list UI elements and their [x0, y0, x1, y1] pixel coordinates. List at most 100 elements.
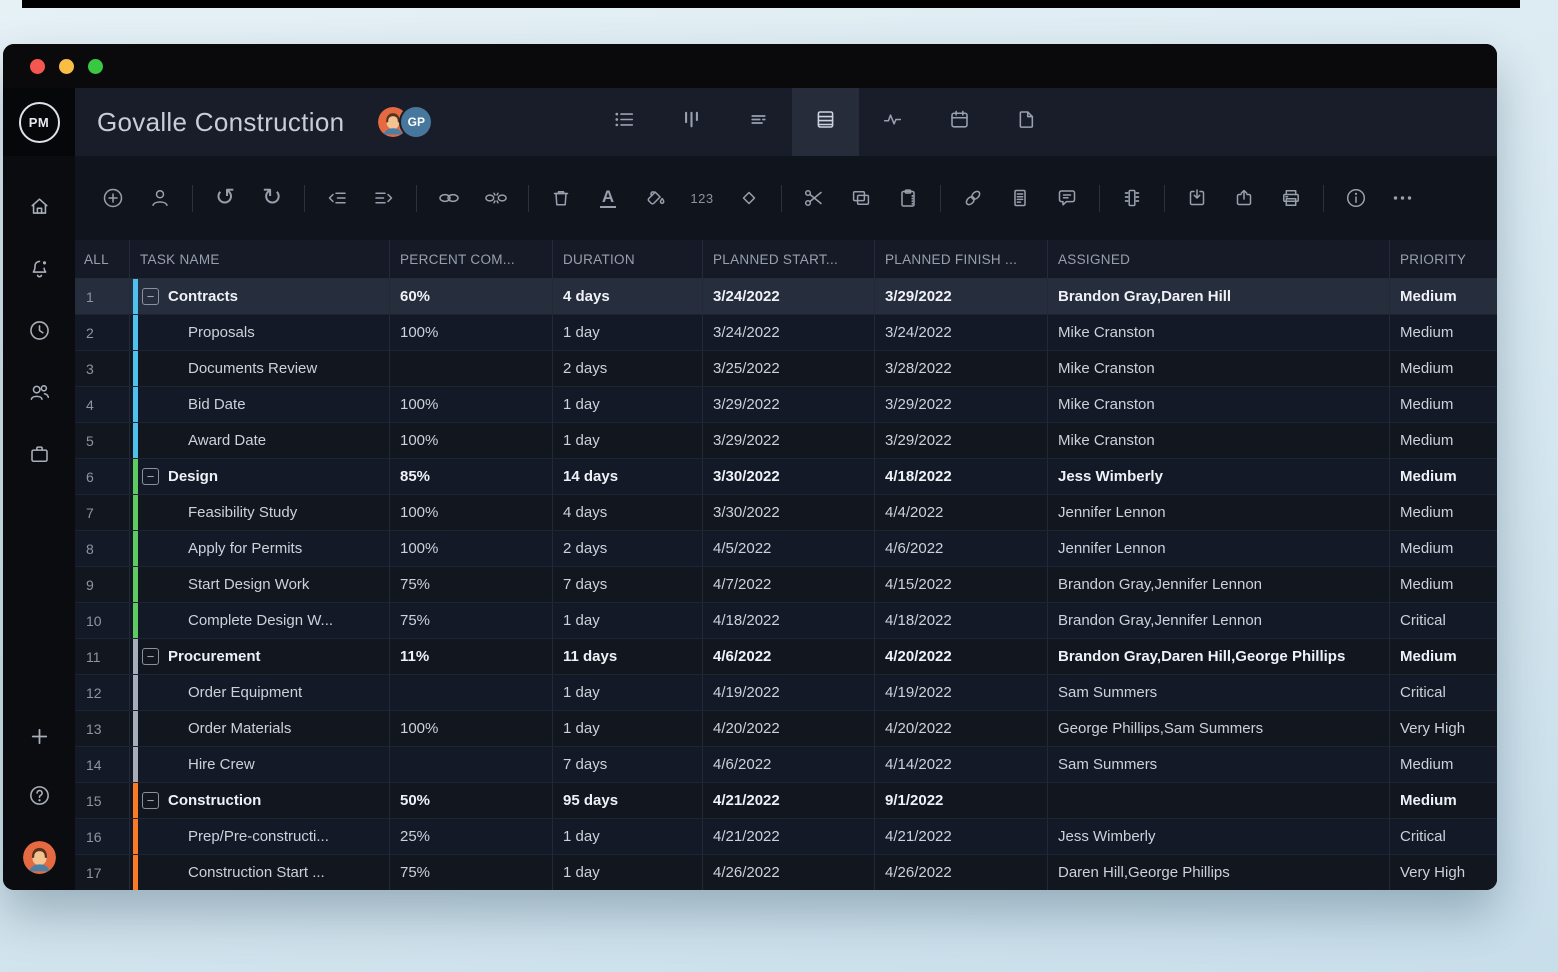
cell-assigned[interactable]: Jess Wimberly [1048, 819, 1390, 854]
cell-duration[interactable]: 7 days [553, 747, 703, 782]
cell-duration[interactable]: 7 days [553, 567, 703, 602]
collapse-icon[interactable]: − [142, 648, 159, 665]
cell-start[interactable]: 4/21/2022 [703, 783, 875, 818]
cell-duration[interactable]: 95 days [553, 783, 703, 818]
cell-task[interactable]: Construction Start ... [130, 855, 390, 890]
close-button[interactable] [30, 59, 45, 74]
column-header-task[interactable]: TASK NAME [130, 240, 390, 278]
cell-task[interactable]: Apply for Permits [130, 531, 390, 566]
cell-duration[interactable]: 1 day [553, 711, 703, 746]
cell-priority[interactable]: Very High [1390, 855, 1497, 890]
member-avatar-2[interactable]: GP [401, 107, 431, 137]
cell-task[interactable]: Bid Date [130, 387, 390, 422]
cell-task[interactable]: Prep/Pre-constructi... [130, 819, 390, 854]
cell-finish[interactable]: 4/18/2022 [875, 603, 1048, 638]
cell-num[interactable]: 2 [75, 315, 130, 350]
cell-duration[interactable]: 1 day [553, 675, 703, 710]
copy-button[interactable] [848, 185, 874, 212]
import-button[interactable] [1184, 185, 1210, 212]
cell-priority[interactable]: Medium [1390, 531, 1497, 566]
cell-start[interactable]: 4/19/2022 [703, 675, 875, 710]
cell-num[interactable]: 13 [75, 711, 130, 746]
cell-num[interactable]: 5 [75, 423, 130, 458]
cell-percent[interactable]: 100% [390, 387, 553, 422]
cell-assigned[interactable]: Mike Cranston [1048, 387, 1390, 422]
cell-task[interactable]: Proposals [130, 315, 390, 350]
cell-priority[interactable]: Medium [1390, 459, 1497, 494]
list-view-tab[interactable] [591, 88, 658, 156]
gantt-view-tab[interactable] [725, 88, 792, 156]
redo-button[interactable]: ↻ [259, 185, 285, 212]
cell-start[interactable]: 4/5/2022 [703, 531, 875, 566]
cell-priority[interactable]: Medium [1390, 495, 1497, 530]
cell-duration[interactable]: 1 day [553, 603, 703, 638]
cell-start[interactable]: 4/26/2022 [703, 855, 875, 890]
cell-task[interactable]: Complete Design W... [130, 603, 390, 638]
cell-start[interactable]: 4/18/2022 [703, 603, 875, 638]
cell-num[interactable]: 10 [75, 603, 130, 638]
unlink-tasks-button[interactable] [483, 185, 509, 212]
cell-num[interactable]: 6 [75, 459, 130, 494]
cell-num[interactable]: 15 [75, 783, 130, 818]
cell-priority[interactable]: Medium [1390, 783, 1497, 818]
cell-num[interactable]: 4 [75, 387, 130, 422]
cell-percent[interactable] [390, 675, 553, 710]
sidebar-team-button[interactable] [26, 379, 52, 405]
cell-num[interactable]: 8 [75, 531, 130, 566]
cell-task[interactable]: Documents Review [130, 351, 390, 386]
cell-duration[interactable]: 1 day [553, 315, 703, 350]
cell-finish[interactable]: 9/1/2022 [875, 783, 1048, 818]
cell-percent[interactable]: 100% [390, 315, 553, 350]
member-avatars[interactable]: GP [378, 107, 431, 137]
cell-finish[interactable]: 4/15/2022 [875, 567, 1048, 602]
cell-percent[interactable]: 60% [390, 279, 553, 314]
cell-percent[interactable]: 11% [390, 639, 553, 674]
cell-duration[interactable]: 14 days [553, 459, 703, 494]
cell-start[interactable]: 4/20/2022 [703, 711, 875, 746]
cell-finish[interactable]: 4/6/2022 [875, 531, 1048, 566]
cell-priority[interactable]: Medium [1390, 639, 1497, 674]
cell-finish[interactable]: 3/29/2022 [875, 279, 1048, 314]
text-color-button[interactable]: A [595, 185, 621, 212]
cell-task[interactable]: Start Design Work [130, 567, 390, 602]
cell-priority[interactable]: Critical [1390, 819, 1497, 854]
user-avatar[interactable] [23, 841, 56, 874]
cell-assigned[interactable]: Daren Hill,George Phillips [1048, 855, 1390, 890]
add-task-button[interactable] [100, 185, 126, 212]
cell-start[interactable]: 3/30/2022 [703, 459, 875, 494]
cell-task[interactable]: Award Date [130, 423, 390, 458]
cell-start[interactable]: 4/21/2022 [703, 819, 875, 854]
cell-assigned[interactable]: Mike Cranston [1048, 423, 1390, 458]
sidebar-notifications-button[interactable] [26, 255, 52, 281]
page-view-tab[interactable] [993, 88, 1060, 156]
cell-finish[interactable]: 3/28/2022 [875, 351, 1048, 386]
cell-duration[interactable]: 1 day [553, 819, 703, 854]
export-button[interactable] [1231, 185, 1257, 212]
sidebar-portfolio-button[interactable] [26, 441, 52, 467]
calendar-view-tab[interactable] [926, 88, 993, 156]
cell-assigned[interactable]: Jennifer Lennon [1048, 495, 1390, 530]
cell-percent[interactable]: 50% [390, 783, 553, 818]
sidebar-home-button[interactable] [26, 193, 52, 219]
cell-finish[interactable]: 4/20/2022 [875, 639, 1048, 674]
cell-task[interactable]: −Construction [130, 783, 390, 818]
cell-assigned[interactable]: Brandon Gray,Daren Hill,George Phillips [1048, 639, 1390, 674]
info-button[interactable] [1343, 185, 1369, 212]
cell-percent[interactable]: 100% [390, 531, 553, 566]
cell-percent[interactable]: 85% [390, 459, 553, 494]
column-header-percent[interactable]: PERCENT COM... [390, 240, 553, 278]
cell-duration[interactable]: 2 days [553, 531, 703, 566]
cell-priority[interactable]: Medium [1390, 279, 1497, 314]
fill-color-button[interactable] [642, 185, 668, 212]
cell-percent[interactable]: 100% [390, 423, 553, 458]
cell-num[interactable]: 7 [75, 495, 130, 530]
cell-duration[interactable]: 1 day [553, 855, 703, 890]
cell-task[interactable]: Order Equipment [130, 675, 390, 710]
more-button[interactable] [1390, 185, 1416, 212]
cell-num[interactable]: 3 [75, 351, 130, 386]
indent-button[interactable] [371, 185, 397, 212]
cell-assigned[interactable]: Brandon Gray,Daren Hill [1048, 279, 1390, 314]
paste-button[interactable] [895, 185, 921, 212]
cell-start[interactable]: 3/24/2022 [703, 315, 875, 350]
minimize-button[interactable] [59, 59, 74, 74]
